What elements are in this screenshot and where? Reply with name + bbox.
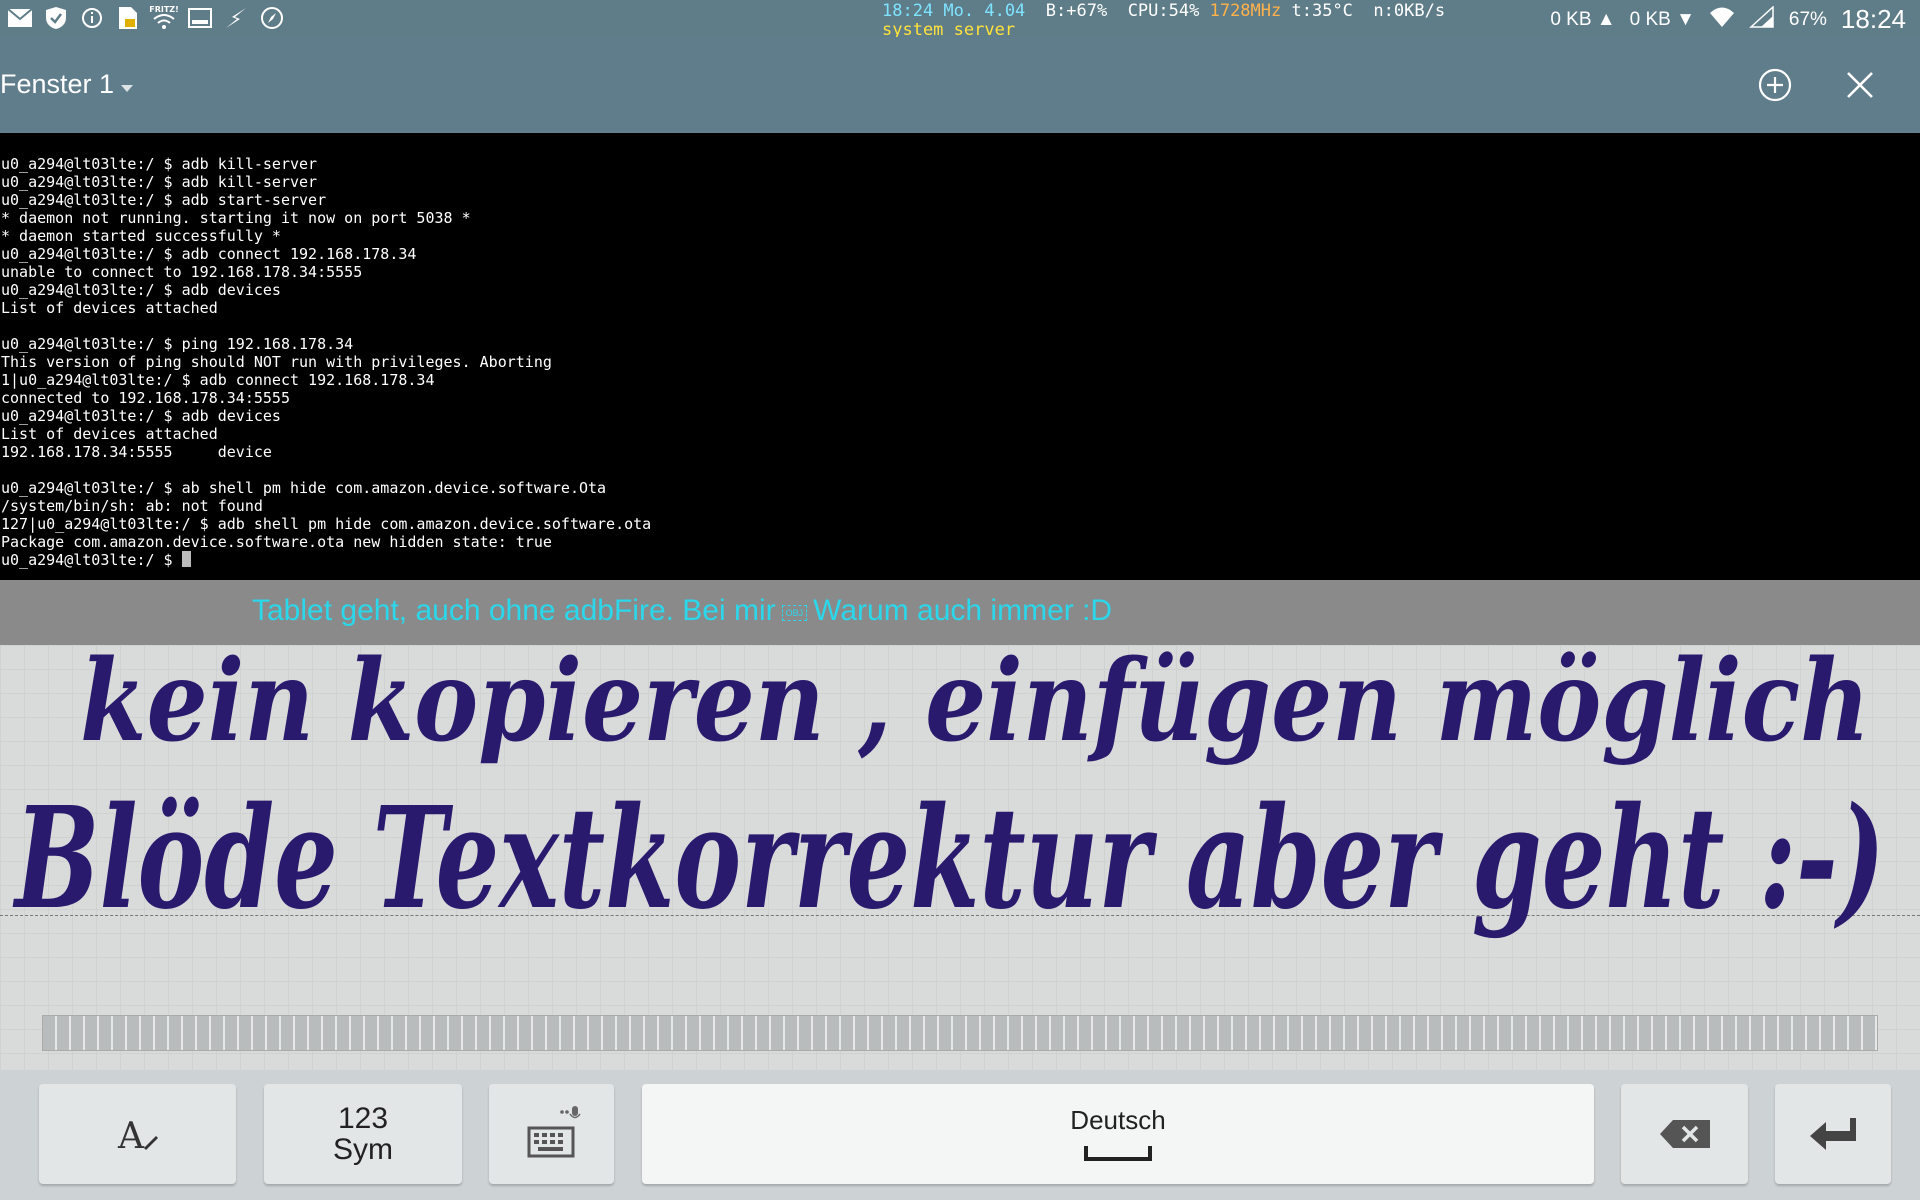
handwriting-icon: A [117,1116,158,1154]
window-selector[interactable]: Fenster 1 [0,69,134,100]
terminal-prompt-line[interactable]: u0_a294@lt03lte:/ $ [0,551,1920,569]
keyboard-icon [527,1106,581,1158]
terminal-line: unable to connect to 192.168.178.34:5555 [1,263,363,281]
add-window-button[interactable] [1757,67,1793,103]
plus-circle-icon [1758,68,1792,102]
suggestion-text-before: Tablet geht, auch ohne adbFire. Bei mir [252,594,776,627]
temperature: t:35°C [1291,1,1353,21]
svg-text:A: A [117,1116,145,1154]
compass-icon [258,5,286,31]
mail-icon [6,5,34,31]
terminal-line: u0_a294@lt03lte:/ $ ping 192.168.178.34 [1,335,354,353]
keyboard-switch-key[interactable] [489,1084,614,1184]
backspace-icon [1659,1120,1710,1148]
close-window-button[interactable] [1842,67,1878,103]
window-bar: Fenster 1 [0,37,1920,133]
cpu-frequency: 1728MHz [1209,1,1282,21]
close-icon [1847,72,1873,98]
terminal-line: 1|u0_a294@lt03lte:/ $ adb connect 192.16… [1,371,435,389]
suggestion-text-after: Warum auch immer :D [813,594,1113,627]
handwriting-mode-key[interactable]: A [39,1084,236,1184]
download-rate: 0 KB ▼ [1629,8,1695,30]
space-key-language: Deutsch [1070,1104,1166,1135]
shield-check-icon [42,5,70,31]
handwriting-ink: kein kopieren , einfügen möglich Blöde T… [12,645,1885,941]
terminal-line: u0_a294@lt03lte:/ $ adb kill-server [1,155,318,173]
terminal-line: u0_a294@lt03lte:/ $ adb devices [1,281,281,299]
battery-level: 67% [1788,8,1827,30]
fritz-label: FRITZ! [149,5,179,14]
terminal-line: * daemon started successfully * [1,227,281,245]
symbols-key-line2: Sym [333,1133,393,1166]
symbols-key-line1: 123 [337,1102,389,1135]
wifi-icon [1709,6,1735,34]
terminal-line: List of devices attached [1,425,218,443]
terminal-prompt: u0_a294@lt03lte:/ $ [1,551,182,569]
flash-icon [222,5,250,31]
upload-rate: 0 KB ▲ [1550,8,1616,30]
info-icon [78,5,106,31]
cpu-usage: CPU:54% [1127,1,1200,21]
terminal-line: 127|u0_a294@lt03lte:/ $ adb shell pm hid… [1,515,652,533]
terminal-line: u0_a294@lt03lte:/ $ adb connect 192.168.… [1,245,417,263]
handwriting-input-area[interactable]: kein kopieren , einfügen möglich Blöde T… [0,645,1920,1070]
terminal-line: Package com.amazon.device.software.ota n… [1,533,552,551]
system-monitor: 18:24 Mo. 4.04 B:+67% CPU:54% 1728MHz t:… [882,2,1445,40]
space-bar-icon [1084,1145,1152,1161]
terminal-line: List of devices attached [1,299,218,317]
notification-icons: FRITZ! [6,5,286,31]
terminal-line: This version of ping should NOT run with… [1,353,552,371]
terminal-line: u0_a294@lt03lte:/ $ adb start-server [1,191,327,209]
status-right: 0 KB ▲ 0 KB ▼ 67% 18:24 [1550,4,1906,35]
suggestion-bar[interactable]: Tablet geht, auch ohne adbFire. Bei mir O… [0,580,1920,645]
window-title: Fenster 1 [0,69,115,99]
object-replacement-glyph: OBJ [781,605,808,621]
battery-delta: B:+67% [1045,1,1108,21]
terminal-lines: u0_a294@lt03lte:/ $ adb kill-server u0_a2… [0,155,1920,551]
enter-icon [1810,1118,1856,1150]
clock: 18:24 [1840,4,1906,34]
wifi-fritz-icon: FRITZ! [149,5,179,31]
file-lock-icon [114,5,142,31]
terminal-line: u0_a294@lt03lte:/ $ adb kill-server [1,173,318,191]
terminal-line: 192.168.178.34:5555 device [1,443,272,461]
symbols-key[interactable]: 123 Sym [264,1084,462,1184]
space-key[interactable]: Deutsch [642,1084,1594,1184]
text-cursor [181,551,191,567]
terminal-line: u0_a294@lt03lte:/ $ ab shell pm hide com… [1,479,607,497]
keyboard-bar: A 123 Sym Deutsch [0,1070,1920,1200]
terminal-output[interactable]: u0_a294@lt03lte:/ $ adb kill-server u0_a2… [0,133,1920,580]
handwriting-line-1: kein kopieren , einfügen möglich [80,645,1870,767]
monitor-time: 18:24 Mo. 4.04 [882,1,1026,21]
enter-key[interactable] [1775,1084,1891,1184]
terminal-line: /system/bin/sh: ab: not found [1,497,263,515]
handwriting-scroll-strip[interactable] [42,1015,1878,1051]
handwriting-line-2: Blöde Textkorrektur aber geht :-) [12,777,1885,941]
status-bar: FRITZ! 18:24 Mo. 4.04 B:+67% CPU:54% 172… [0,0,1920,40]
backspace-key[interactable] [1621,1084,1748,1184]
dropdown-arrow-icon [120,69,134,100]
cell-signal-icon [1748,4,1775,34]
terminal-line: connected to 192.168.178.34:5555 [1,389,290,407]
image-icon [186,5,214,31]
terminal-line: * daemon not running. starting it now on… [1,209,471,227]
recognized-text-suggestion[interactable]: Tablet geht, auch ohne adbFire. Bei mir O… [252,594,1112,628]
terminal-line: u0_a294@lt03lte:/ $ adb devices [1,407,281,425]
network-rate: n:0KB/s [1373,1,1446,21]
